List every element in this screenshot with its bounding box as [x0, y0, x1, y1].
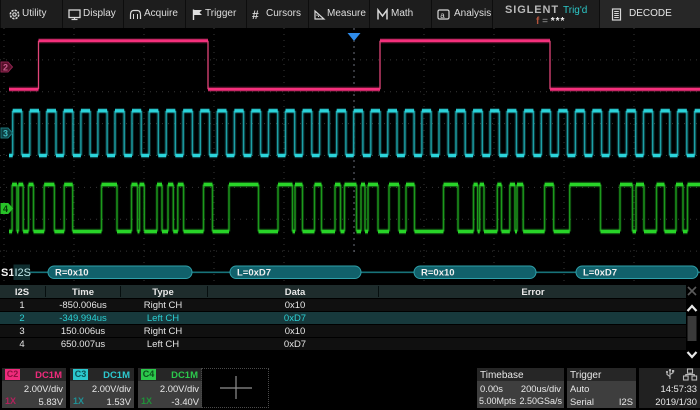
svg-text:R=0x10: R=0x10 — [55, 268, 89, 279]
svg-text:4: 4 — [3, 204, 8, 214]
svg-text:L=0xD7: L=0xD7 — [583, 268, 617, 279]
svg-text:L=0xD7: L=0xD7 — [237, 268, 271, 279]
svg-text:S1: S1 — [1, 267, 14, 279]
svg-text:2: 2 — [3, 63, 8, 73]
svg-text:3: 3 — [3, 129, 8, 139]
svg-text:I2S: I2S — [15, 267, 32, 279]
svg-text:R=0x10: R=0x10 — [421, 268, 455, 279]
svg-text:a: a — [440, 11, 445, 20]
svg-text:#: # — [252, 8, 259, 21]
